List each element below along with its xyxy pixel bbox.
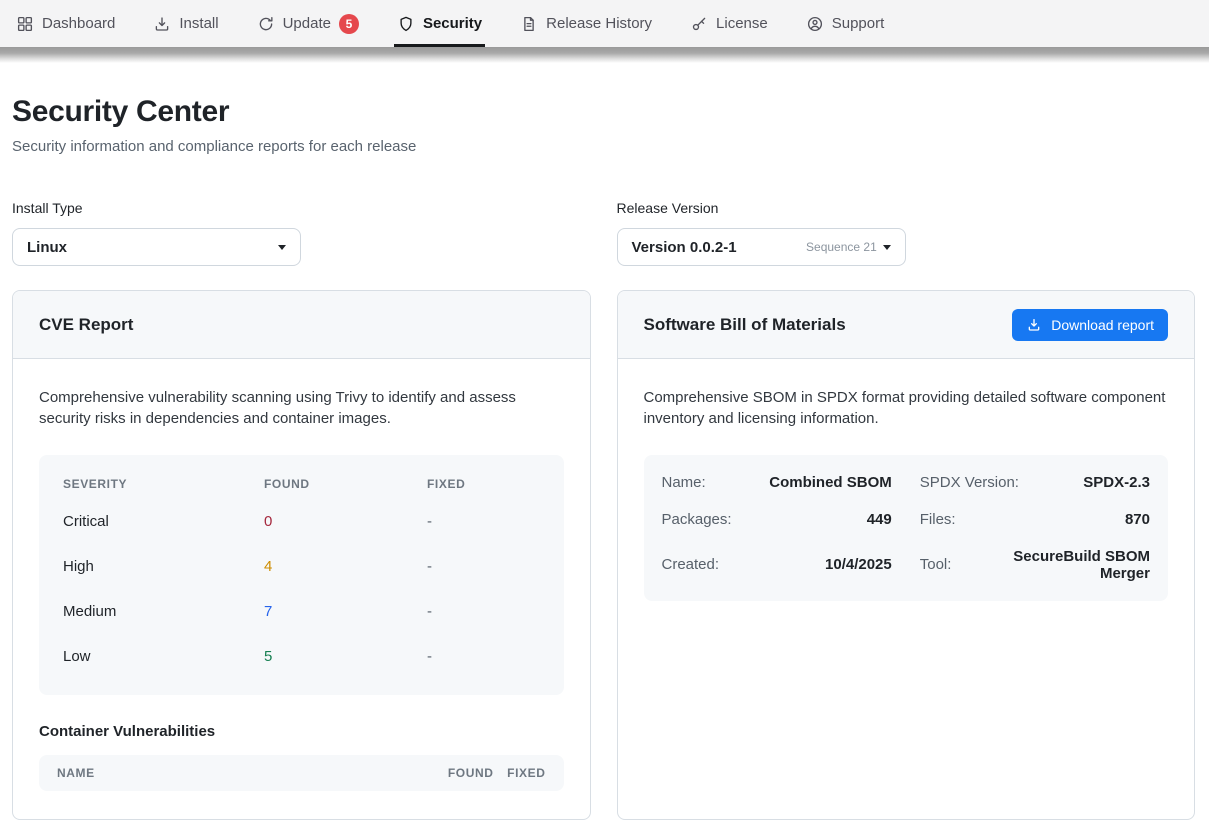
update-count-badge: 5 [339,14,359,34]
cve-report-header: CVE Report [13,291,590,359]
nav-label: Dashboard [42,15,115,32]
detail-value: 449 [867,511,892,528]
container-vulnerabilities-table-header: NAME FOUND FIXED [39,755,564,791]
table-row: High 4 - [63,544,540,589]
cve-report-description: Comprehensive vulnerability scanning usi… [39,387,564,430]
sbom-detail-created: Created: 10/4/2025 [662,538,892,592]
detail-label: Packages: [662,511,732,528]
install-type-select[interactable]: Linux [12,228,301,266]
severity-label: High [63,558,264,575]
found-value: 4 [264,558,427,575]
nav-label: Support [832,15,885,32]
found-value: 7 [264,603,427,620]
severity-label: Medium [63,603,264,620]
fixed-value: - [427,603,540,620]
detail-label: Name: [662,474,706,491]
nav-label: Install [179,15,218,32]
sbom-title: Software Bill of Materials [644,315,846,335]
container-vulnerabilities-title: Container Vulnerabilities [39,723,564,740]
install-icon [153,15,171,33]
found-value: 0 [264,513,427,530]
nav-label: Release History [546,15,652,32]
cve-report-card: CVE Report Comprehensive vulnerability s… [12,290,591,820]
severity-table-header: SEVERITY FOUND FIXED [63,461,540,499]
severity-label: Low [63,648,264,665]
name-column-header: NAME [57,766,418,780]
detail-value: SPDX-2.3 [1083,474,1150,491]
security-shield-icon [397,15,415,33]
sbom-header: Software Bill of Materials Download repo… [618,291,1195,359]
download-report-button[interactable]: Download report [1012,309,1168,341]
severity-table: SEVERITY FOUND FIXED Critical 0 - High 4… [39,455,564,695]
cve-report-body: Comprehensive vulnerability scanning usi… [13,359,590,819]
detail-value: Combined SBOM [769,474,892,491]
detail-value: SecureBuild SBOM Merger [961,548,1150,582]
found-column-header: FOUND [418,766,494,780]
fixed-value: - [427,558,540,575]
table-row: Low 5 - [63,634,540,679]
sbom-detail-packages: Packages: 449 [662,501,892,538]
release-version-select[interactable]: Version 0.0.2-1 Sequence 21 [617,228,906,266]
download-report-label: Download report [1051,317,1154,333]
nav-label: License [716,15,768,32]
dashboard-icon [16,15,34,33]
fixed-value: - [427,513,540,530]
nav-item-license[interactable]: License [690,0,768,47]
sbom-detail-files: Files: 870 [920,501,1150,538]
sbom-detail-name: Name: Combined SBOM [662,464,892,501]
table-row: Medium 7 - [63,589,540,634]
support-icon [806,15,824,33]
sbom-body: Comprehensive SBOM in SPDX format provid… [618,359,1195,819]
fixed-column-header: FIXED [494,766,546,780]
severity-column-header: SEVERITY [63,477,264,491]
sbom-details-grid: Name: Combined SBOM SPDX Version: SPDX-2… [644,455,1169,601]
severity-label: Critical [63,513,264,530]
top-nav: Dashboard Install Update 5 Security Rele… [0,0,1209,47]
nav-item-security[interactable]: Security [397,0,482,47]
sbom-detail-tool: Tool: SecureBuild SBOM Merger [920,538,1150,592]
page-subtitle: Security information and compliance repo… [12,138,1195,155]
page-title: Security Center [12,95,1195,129]
chevron-down-icon [278,245,286,250]
detail-label: Files: [920,511,956,528]
release-sequence-text: Sequence 21 [806,240,877,254]
main-content: Security Center Security information and… [0,63,1209,820]
chevron-down-icon [883,245,891,250]
nav-label: Update [283,15,331,32]
nav-item-update[interactable]: Update 5 [257,0,359,47]
download-icon [1026,317,1042,333]
release-version-filter: Release Version Version 0.0.2-1 Sequence… [617,200,1196,266]
detail-label: SPDX Version: [920,474,1019,491]
detail-value: 870 [1125,511,1150,528]
nav-item-install[interactable]: Install [153,0,218,47]
nav-item-release-history[interactable]: Release History [520,0,652,47]
nav-item-support[interactable]: Support [806,0,885,47]
install-type-value: Linux [27,239,67,256]
license-key-icon [690,15,708,33]
found-column-header: FOUND [264,477,427,491]
release-history-icon [520,15,538,33]
table-row: Critical 0 - [63,499,540,544]
detail-label: Tool: [920,556,952,573]
report-cards: CVE Report Comprehensive vulnerability s… [12,290,1195,820]
install-type-filter: Install Type Linux [12,200,591,266]
cve-report-title: CVE Report [39,315,133,335]
sbom-card: Software Bill of Materials Download repo… [617,290,1196,820]
sbom-detail-spdx-version: SPDX Version: SPDX-2.3 [920,464,1150,501]
fixed-value: - [427,648,540,665]
fixed-column-header: FIXED [427,477,540,491]
detail-value: 10/4/2025 [825,556,892,573]
sbom-description: Comprehensive SBOM in SPDX format provid… [644,387,1169,430]
nav-item-dashboard[interactable]: Dashboard [16,0,115,47]
detail-label: Created: [662,556,720,573]
update-icon [257,15,275,33]
found-value: 5 [264,648,427,665]
release-version-value: Version 0.0.2-1 [632,239,737,256]
nav-label: Security [423,15,482,32]
header-scroll-shadow [0,47,1209,63]
filters-row: Install Type Linux Release Version Versi… [12,200,1195,266]
release-version-label: Release Version [617,200,1196,216]
install-type-label: Install Type [12,200,591,216]
